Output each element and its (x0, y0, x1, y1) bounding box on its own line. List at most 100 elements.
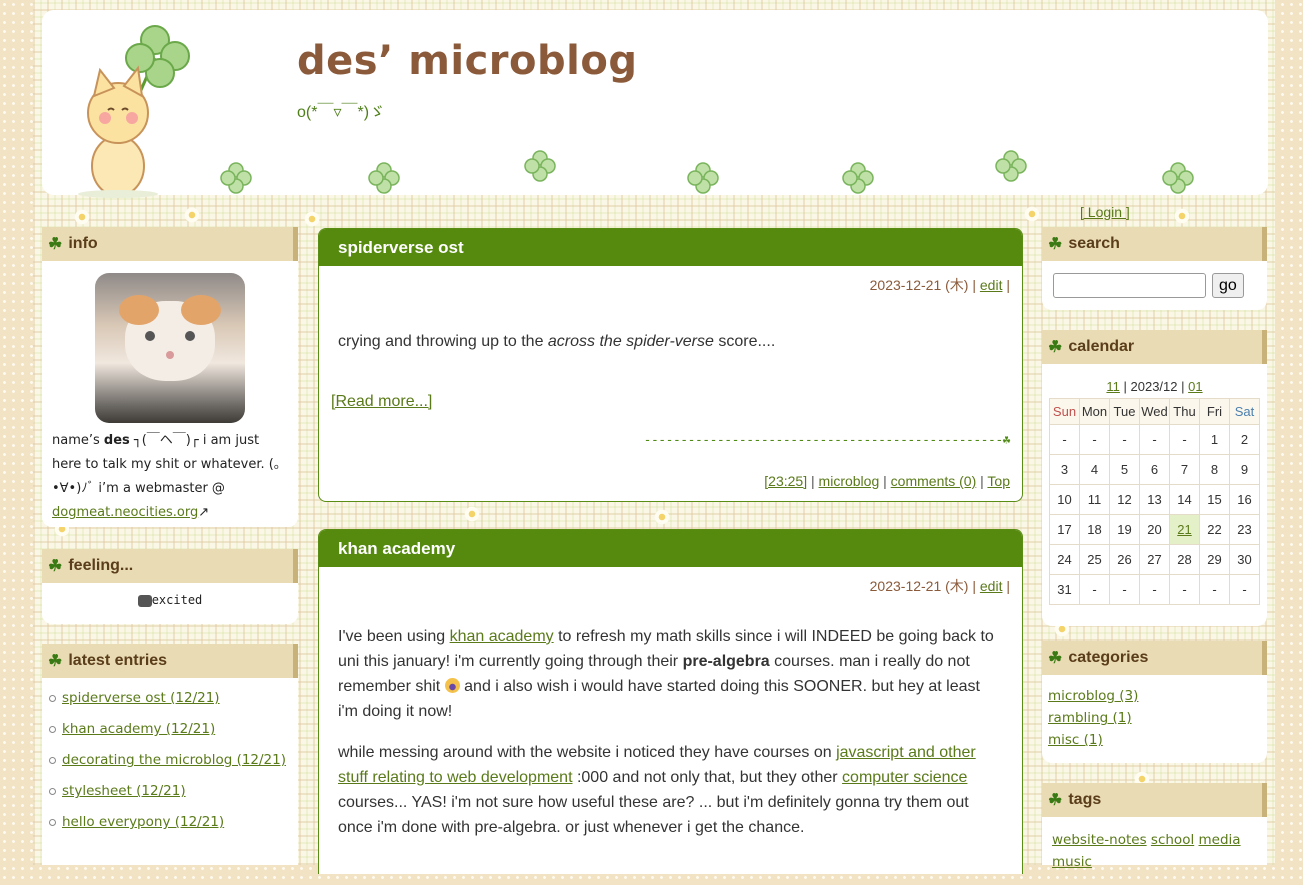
calendar-day-cell: 30 (1229, 544, 1260, 575)
post-title: khan academy (319, 530, 1022, 567)
calendar-day-cell: 13 (1139, 484, 1170, 515)
clover-icon (220, 162, 252, 194)
calendar-day-cell: - (1079, 574, 1110, 605)
search-go-button[interactable]: go (1212, 273, 1244, 298)
calendar-week: 3456789 (1049, 454, 1260, 485)
calendar-next-link[interactable]: 01 (1188, 379, 1202, 394)
calendar-week: 31- - - - - - (1049, 574, 1260, 605)
calendar-day-cell: 3 (1049, 454, 1080, 485)
list-item: khan academy (12/21) (46, 719, 294, 740)
calendar-day-cell: 5 (1109, 454, 1140, 485)
search-input[interactable] (1053, 273, 1206, 298)
search-box: ☘ search go (1042, 227, 1267, 310)
edit-link[interactable]: edit (980, 578, 1003, 594)
calendar-day-cell: 29 (1199, 544, 1230, 575)
calendar-day-header: Sun (1049, 398, 1080, 425)
category-link[interactable]: microblog (819, 473, 880, 489)
khan-academy-link[interactable]: khan academy (450, 628, 554, 645)
categories-heading: ☘ categories (1042, 641, 1267, 675)
calendar-day-cell: - (1169, 424, 1200, 455)
info-bio: name’s des ┐(￣ヘ￣)┌ i am just here to tal… (52, 433, 281, 520)
read-more-link[interactable]: [Read more...] (331, 393, 432, 411)
calendar-day-cell: - (1229, 574, 1260, 605)
category-link[interactable]: misc (1) (1048, 729, 1261, 751)
post-body: crying and throwing up to the across the… (338, 333, 776, 350)
calendar-day-cell: 16 (1229, 484, 1260, 515)
calendar-day-cell: 15 (1199, 484, 1230, 515)
calendar-day-cell: 27 (1139, 544, 1170, 575)
category-link[interactable]: rambling (1) (1048, 707, 1261, 729)
tags-heading: ☘ tags (1042, 783, 1267, 817)
calendar-day-header: Wed (1139, 398, 1170, 425)
list-item: hello everypony (12/21) (46, 812, 294, 833)
calendar-day-header: Thu (1169, 398, 1200, 425)
clover-icon (1162, 162, 1194, 194)
tags-box: ☘ tags website-notes school media music (1042, 783, 1267, 870)
calendar-day-header: Mon (1079, 398, 1110, 425)
calendar-day-cell: 18 (1079, 514, 1110, 545)
screaming-emoji-icon (444, 678, 460, 693)
edit-link[interactable]: edit (980, 277, 1003, 293)
calendar-day-cell: 24 (1049, 544, 1080, 575)
post-footer: [23:25] | microblog | comments (0) | Top (764, 473, 1010, 489)
calendar-day-cell: - (1109, 574, 1140, 605)
calendar-day-cell: 26 (1109, 544, 1140, 575)
comments-link[interactable]: comments (0) (891, 473, 977, 489)
entry-link[interactable]: hello everypony (12/21) (62, 814, 224, 830)
calendar-day-cell: - (1049, 424, 1080, 455)
site-link[interactable]: dogmeat.neocities.org (52, 505, 198, 520)
calendar-day-cell: 9 (1229, 454, 1260, 485)
computer-science-link[interactable]: computer science (842, 769, 967, 786)
post-paragraph: I've been using khan academy to refresh … (338, 628, 994, 720)
calendar-today-link[interactable]: 21 (1177, 522, 1191, 537)
calendar-day-cell: 23 (1229, 514, 1260, 545)
calendar-day-cell: 2 (1229, 424, 1260, 455)
post-paragraph: while messing around with the website i … (338, 744, 976, 836)
calendar-day-cell: 31 (1049, 574, 1080, 605)
calendar-box: ☘ calendar 11 | 2023/12 | 01 Sun Mon Tue We… (1042, 330, 1267, 626)
calendar-day-cell: 19 (1109, 514, 1140, 545)
calendar-heading: ☘ calendar (1042, 330, 1267, 364)
feeling-status: excited (42, 593, 298, 607)
site-title: des’ microblog (297, 38, 638, 84)
calendar-day-cell: - (1079, 424, 1110, 455)
clover-icon: ☘ (1048, 236, 1063, 253)
entry-link[interactable]: khan academy (12/21) (62, 721, 215, 737)
cat-mascot-illustration (78, 25, 190, 198)
categories-box: ☘ categories microblog (3) rambling (1) … (1042, 641, 1267, 763)
clover-icon (995, 150, 1027, 182)
top-link[interactable]: Top (987, 473, 1010, 489)
calendar-week: -----12 (1049, 424, 1260, 455)
post-divider: ----------------------------------------… (643, 433, 1011, 448)
feeling-box: ☘ feeling... excited (42, 549, 298, 624)
entry-link[interactable]: stylesheet (12/21) (62, 783, 186, 799)
tag-link[interactable]: music (1052, 854, 1092, 870)
login-link[interactable]: [ Login ] (1080, 204, 1130, 220)
tag-link[interactable]: media (1199, 832, 1241, 848)
category-link[interactable]: microblog (3) (1048, 685, 1261, 707)
calendar-day-header: Sat (1229, 398, 1260, 425)
tag-link[interactable]: website-notes (1052, 832, 1147, 848)
entry-link[interactable]: spiderverse ost (12/21) (62, 690, 220, 706)
latest-entries-list: spiderverse ost (12/21) khan academy (12… (42, 678, 298, 853)
calendar-day-cell: 8 (1199, 454, 1230, 485)
tag-link[interactable]: school (1151, 832, 1194, 848)
info-box: ☘ info name’s des ┐(￣ヘ￣)┌ i am just here… (42, 227, 298, 527)
post-meta: 2023-12-21 (木) | edit | (869, 578, 1010, 594)
calendar-day-cell: 1 (1199, 424, 1230, 455)
feeling-heading: ☘ feeling... (42, 549, 298, 583)
calendar-day-header: Fri (1199, 398, 1230, 425)
calendar-day-cell: - (1199, 574, 1230, 605)
calendar-day-cell: 11 (1079, 484, 1110, 515)
avatar (95, 273, 245, 423)
entry-link[interactable]: decorating the microblog (12/21) (62, 752, 286, 768)
clover-icon: ☘ (1002, 433, 1011, 448)
clover-icon: ☘ (1048, 650, 1063, 667)
calendar-day-cell: - (1109, 424, 1140, 455)
list-item: spiderverse ost (12/21) (46, 688, 294, 709)
calendar-day-cell: 28 (1169, 544, 1200, 575)
clover-icon: ☘ (1048, 792, 1063, 809)
calendar-nav: 11 | 2023/12 | 01 (1106, 379, 1203, 394)
calendar-prev-link[interactable]: 11 (1106, 379, 1120, 394)
permalink-time[interactable]: [23:25] (764, 473, 807, 489)
